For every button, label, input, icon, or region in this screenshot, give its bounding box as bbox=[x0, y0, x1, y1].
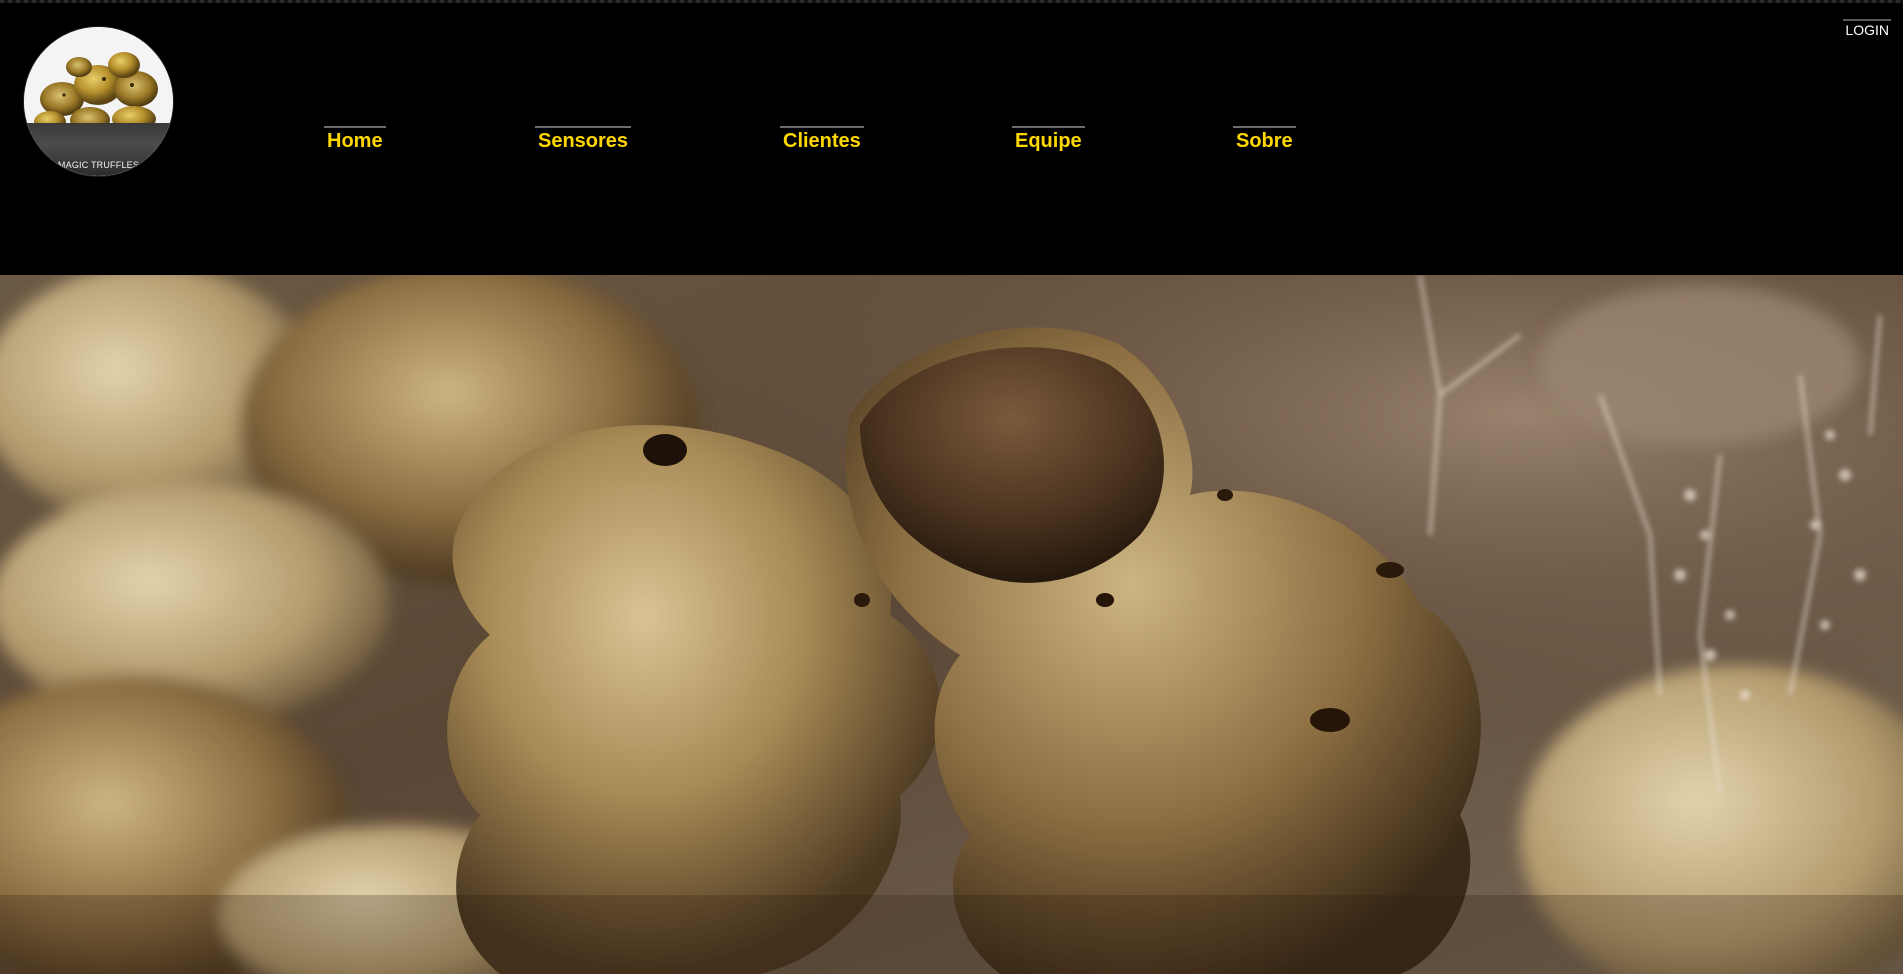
truffles-hero-image bbox=[0, 275, 1903, 974]
site-logo[interactable]: MAGIC TRUFFLES bbox=[24, 27, 173, 176]
nav-item-label: Sensores bbox=[538, 130, 629, 152]
nav-item-equipe[interactable]: Equipe bbox=[1012, 126, 1085, 152]
login-link[interactable]: LOGIN bbox=[1843, 19, 1891, 38]
page: MAGIC TRUFFLES Home Sensores Clientes Eq… bbox=[0, 0, 1903, 974]
nav-item-label: Home bbox=[327, 130, 383, 152]
nav-item-sensores[interactable]: Sensores bbox=[535, 126, 632, 152]
nav-item-label: Sobre bbox=[1236, 130, 1293, 152]
nav-item-sobre[interactable]: Sobre bbox=[1233, 126, 1296, 152]
site-header: MAGIC TRUFFLES Home Sensores Clientes Eq… bbox=[0, 3, 1903, 275]
nav-item-home[interactable]: Home bbox=[324, 126, 386, 152]
nav-item-clientes[interactable]: Clientes bbox=[780, 126, 864, 152]
hero-banner bbox=[0, 275, 1903, 974]
nav-item-label: Clientes bbox=[783, 130, 861, 152]
nav-item-label: Equipe bbox=[1015, 130, 1082, 152]
logo-text: MAGIC TRUFFLES bbox=[57, 160, 140, 170]
